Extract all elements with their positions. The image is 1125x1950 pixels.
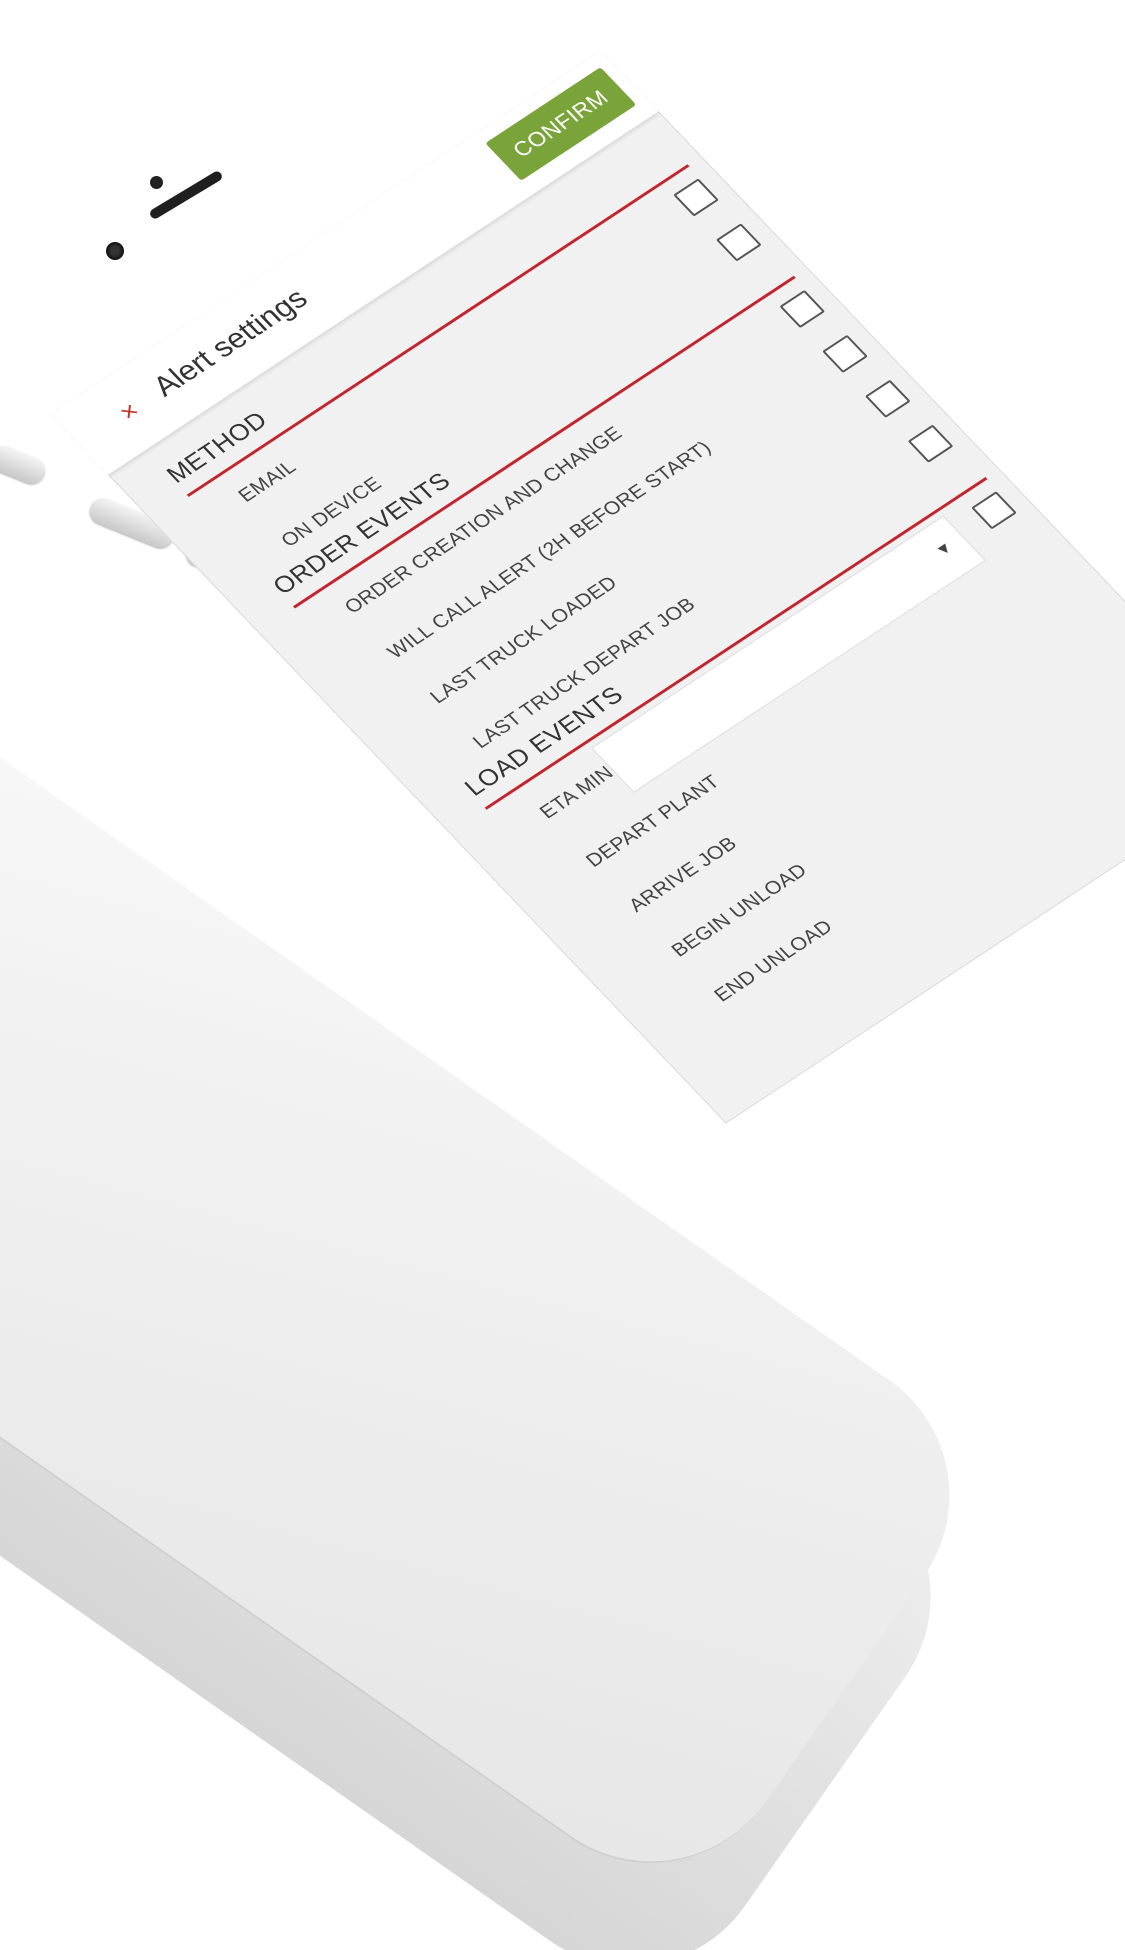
mute-switch	[0, 442, 49, 488]
method-email-label: EMAIL	[233, 456, 301, 507]
email-checkbox[interactable]	[673, 178, 719, 217]
eta-checkbox[interactable]	[971, 491, 1017, 530]
close-icon[interactable]: ×	[105, 391, 154, 432]
front-camera	[106, 242, 124, 260]
will-call-checkbox[interactable]	[822, 334, 868, 374]
confirm-button[interactable]: CONFIRM	[485, 67, 637, 181]
last-truck-depart-checkbox[interactable]	[907, 424, 954, 463]
order-creation-checkbox[interactable]	[779, 289, 826, 329]
dropdown-arrow-icon: ▼	[931, 538, 957, 561]
eta-min-label: ETA MIN	[535, 762, 618, 823]
on-device-checkbox[interactable]	[715, 223, 762, 262]
last-truck-loaded-checkbox[interactable]	[864, 379, 911, 418]
proximity-sensor	[150, 176, 163, 189]
